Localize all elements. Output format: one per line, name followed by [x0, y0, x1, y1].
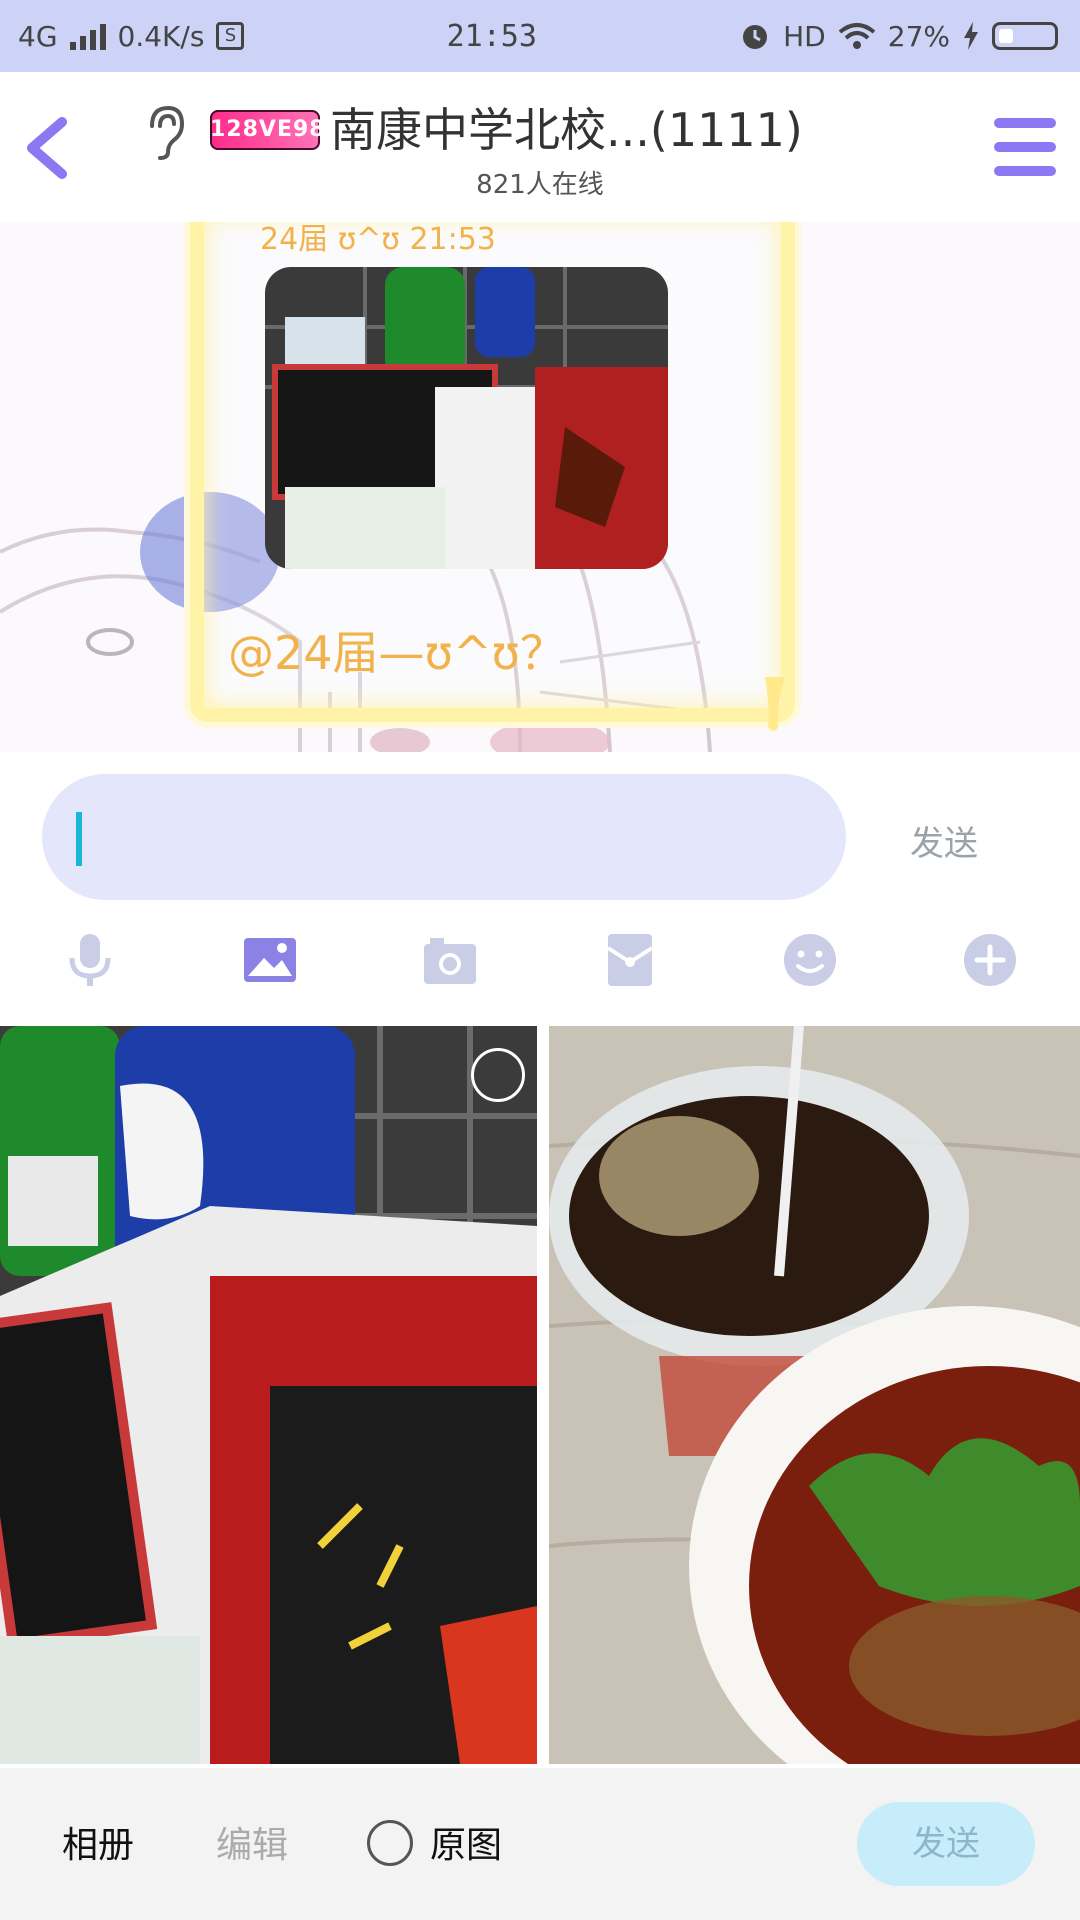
menu-button[interactable] [994, 118, 1056, 176]
menu-line [994, 118, 1056, 128]
group-title: 南康中学北校...(1111) [330, 103, 803, 157]
gallery-photo[interactable] [0, 1026, 537, 1764]
photo-select-circle[interactable] [471, 1048, 525, 1102]
status-left: 4G 0.4K/s S [0, 19, 245, 53]
original-image-label[interactable]: 原图 [430, 1816, 502, 1868]
send-photo-button[interactable]: 发送 [857, 1802, 1035, 1886]
emoji-icon[interactable] [780, 930, 840, 990]
battery-icon [991, 22, 1058, 50]
composer-toolbar [0, 912, 1080, 1024]
photo-gallery [0, 1024, 1080, 1766]
edit-button[interactable]: 编辑 [216, 1816, 288, 1868]
album-button[interactable]: 相册 [62, 1816, 134, 1868]
gallery-photo[interactable] [549, 1026, 1080, 1764]
network-type: 4G [18, 19, 58, 53]
gallery-bottom-bar: 相册 编辑 原图 发送 [0, 1768, 1080, 1920]
charging-icon [963, 22, 978, 50]
send-text-button[interactable]: 发送 [910, 816, 978, 865]
clock: 21:53 [446, 18, 537, 54]
original-image-checkbox[interactable] [367, 1820, 413, 1866]
microphone-icon[interactable] [60, 930, 120, 990]
s-app-icon: S [216, 22, 245, 50]
composer: 发送 [0, 752, 1080, 912]
status-bar: 4G 0.4K/s S 21:53 HD 27% [0, 0, 1080, 72]
chat-area[interactable]: 24届 ʊ^ʊ 21:53 @24届—ʊ^ʊ？ [0, 222, 1080, 752]
mention-text: @24届—ʊ^ʊ？ [228, 626, 566, 680]
message-sender-time: 24届 ʊ^ʊ 21:53 [260, 222, 496, 257]
snacks-photo [0, 1026, 537, 1764]
menu-line [994, 166, 1056, 176]
red-envelope-icon[interactable] [600, 930, 660, 990]
ear-icon[interactable] [142, 102, 188, 162]
image-icon[interactable] [240, 930, 300, 990]
message-image[interactable] [265, 267, 668, 569]
camera-icon[interactable] [420, 930, 480, 990]
message-input[interactable] [42, 774, 846, 900]
noodles-photo [549, 1026, 1080, 1764]
menu-line [994, 142, 1056, 152]
text-cursor [76, 812, 82, 866]
chat-header: 128VE980 南康中学北校...(1111) 821人在线 [0, 72, 1080, 222]
wifi-icon [838, 23, 876, 49]
signal-icon [69, 22, 106, 50]
user-badge: 128VE980 [210, 110, 341, 150]
alarm-icon [743, 25, 768, 49]
plus-icon[interactable] [960, 930, 1020, 990]
status-right: HD 27% [739, 20, 1080, 53]
battery-percent: 27% [887, 19, 950, 53]
network-speed: 0.4K/s [117, 19, 205, 53]
hd-indicator: HD [783, 19, 826, 53]
bubble-drip-decoration [765, 677, 785, 731]
online-count: 821人在线 [476, 170, 604, 200]
